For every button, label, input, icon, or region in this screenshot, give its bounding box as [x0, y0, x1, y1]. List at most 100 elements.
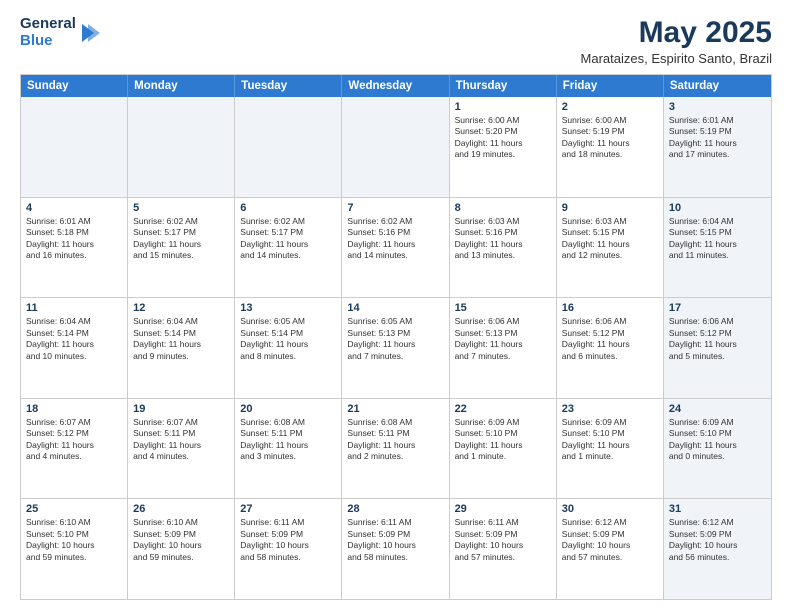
cell-info: Sunrise: 6:10 AMSunset: 5:10 PMDaylight:…: [26, 517, 122, 563]
cell-info: Sunrise: 6:00 AMSunset: 5:19 PMDaylight:…: [562, 115, 658, 161]
day-number: 13: [240, 302, 336, 314]
cell-info: Sunrise: 6:03 AMSunset: 5:16 PMDaylight:…: [455, 216, 551, 262]
day-number: 5: [133, 202, 229, 214]
calendar-cell: 9 Sunrise: 6:03 AMSunset: 5:15 PMDaylight…: [557, 198, 664, 298]
calendar-cell: 31 Sunrise: 6:12 AMSunset: 5:09 PMDayligh…: [664, 499, 771, 599]
month-title: May 2025: [581, 16, 772, 49]
day-number: 16: [562, 302, 658, 314]
cell-info: Sunrise: 6:04 AMSunset: 5:15 PMDaylight:…: [669, 216, 766, 262]
cell-info: Sunrise: 6:09 AMSunset: 5:10 PMDaylight:…: [562, 417, 658, 463]
day-number: 25: [26, 503, 122, 515]
calendar-cell: [128, 97, 235, 197]
calendar-body: 1Sunrise: 6:00 AMSunset: 5:20 PMDaylight…: [21, 97, 771, 599]
calendar-cell: [342, 97, 449, 197]
calendar-cell: 16 Sunrise: 6:06 AMSunset: 5:12 PMDayligh…: [557, 298, 664, 398]
calendar-cell: 10 Sunrise: 6:04 AMSunset: 5:15 PMDayligh…: [664, 198, 771, 298]
day-number: 29: [455, 503, 551, 515]
calendar-cell: 13 Sunrise: 6:05 AMSunset: 5:14 PMDayligh…: [235, 298, 342, 398]
location: Marataizes, Espirito Santo, Brazil: [581, 51, 772, 66]
calendar-cell: 26Sunrise: 6:10 AMSunset: 5:09 PMDayligh…: [128, 499, 235, 599]
cell-info: Sunrise: 6:06 AMSunset: 5:12 PMDaylight:…: [669, 316, 766, 362]
page: General Blue May 2025 Marataizes, Espiri…: [0, 0, 792, 612]
cell-info: Sunrise: 6:01 AMSunset: 5:18 PMDaylight:…: [26, 216, 122, 262]
day-number: 4: [26, 202, 122, 214]
calendar-cell: 30 Sunrise: 6:12 AMSunset: 5:09 PMDayligh…: [557, 499, 664, 599]
day-number: 24: [669, 403, 766, 415]
day-number: 7: [347, 202, 443, 214]
cell-info: Sunrise: 6:12 AMSunset: 5:09 PMDaylight:…: [562, 517, 658, 563]
calendar-cell: 20Sunrise: 6:08 AMSunset: 5:11 PMDayligh…: [235, 399, 342, 499]
weekday-header: Saturday: [664, 75, 771, 97]
day-number: 12: [133, 302, 229, 314]
day-number: 23: [562, 403, 658, 415]
cell-info: Sunrise: 6:12 AMSunset: 5:09 PMDaylight:…: [669, 517, 766, 563]
calendar-cell: 12 Sunrise: 6:04 AMSunset: 5:14 PMDayligh…: [128, 298, 235, 398]
cell-info: Sunrise: 6:07 AMSunset: 5:11 PMDaylight:…: [133, 417, 229, 463]
calendar-cell: 15 Sunrise: 6:06 AMSunset: 5:13 PMDayligh…: [450, 298, 557, 398]
cell-info: Sunrise: 6:11 AMSunset: 5:09 PMDaylight:…: [455, 517, 551, 563]
weekday-header: Wednesday: [342, 75, 449, 97]
cell-info: Sunrise: 6:04 AMSunset: 5:14 PMDaylight:…: [26, 316, 122, 362]
day-number: 14: [347, 302, 443, 314]
cell-info: Sunrise: 6:02 AMSunset: 5:17 PMDaylight:…: [133, 216, 229, 262]
logo: General Blue: [20, 16, 100, 49]
cell-info: Sunrise: 6:08 AMSunset: 5:11 PMDaylight:…: [240, 417, 336, 463]
day-number: 11: [26, 302, 122, 314]
calendar-cell: [21, 97, 128, 197]
weekday-header: Thursday: [450, 75, 557, 97]
cell-info: Sunrise: 6:07 AMSunset: 5:12 PMDaylight:…: [26, 417, 122, 463]
calendar-cell: 18 Sunrise: 6:07 AMSunset: 5:12 PMDayligh…: [21, 399, 128, 499]
day-number: 8: [455, 202, 551, 214]
cell-info: Sunrise: 6:04 AMSunset: 5:14 PMDaylight:…: [133, 316, 229, 362]
day-number: 2: [562, 101, 658, 113]
calendar-cell: 29 Sunrise: 6:11 AMSunset: 5:09 PMDayligh…: [450, 499, 557, 599]
cell-info: Sunrise: 6:06 AMSunset: 5:13 PMDaylight:…: [455, 316, 551, 362]
day-number: 3: [669, 101, 766, 113]
cell-info: Sunrise: 6:00 AMSunset: 5:20 PMDaylight:…: [455, 115, 551, 161]
calendar-cell: 3 Sunrise: 6:01 AMSunset: 5:19 PMDaylight…: [664, 97, 771, 197]
day-number: 10: [669, 202, 766, 214]
calendar-header: SundayMondayTuesdayWednesdayThursdayFrid…: [21, 75, 771, 97]
calendar-cell: [235, 97, 342, 197]
calendar-week-row: 25 Sunrise: 6:10 AMSunset: 5:10 PMDayligh…: [21, 498, 771, 599]
cell-info: Sunrise: 6:02 AMSunset: 5:16 PMDaylight:…: [347, 216, 443, 262]
calendar-cell: 14 Sunrise: 6:05 AMSunset: 5:13 PMDayligh…: [342, 298, 449, 398]
calendar-cell: 4 Sunrise: 6:01 AMSunset: 5:18 PMDaylight…: [21, 198, 128, 298]
calendar-cell: 11 Sunrise: 6:04 AMSunset: 5:14 PMDayligh…: [21, 298, 128, 398]
cell-info: Sunrise: 6:09 AMSunset: 5:10 PMDaylight:…: [455, 417, 551, 463]
weekday-header: Monday: [128, 75, 235, 97]
header: General Blue May 2025 Marataizes, Espiri…: [20, 16, 772, 66]
calendar-cell: 8 Sunrise: 6:03 AMSunset: 5:16 PMDaylight…: [450, 198, 557, 298]
day-number: 22: [455, 403, 551, 415]
calendar-cell: 5 Sunrise: 6:02 AMSunset: 5:17 PMDaylight…: [128, 198, 235, 298]
cell-info: Sunrise: 6:11 AMSunset: 5:09 PMDaylight:…: [240, 517, 336, 563]
day-number: 18: [26, 403, 122, 415]
logo-chevron-icon: [78, 18, 100, 48]
day-number: 15: [455, 302, 551, 314]
calendar-week-row: 4 Sunrise: 6:01 AMSunset: 5:18 PMDaylight…: [21, 197, 771, 298]
weekday-header: Tuesday: [235, 75, 342, 97]
cell-info: Sunrise: 6:03 AMSunset: 5:15 PMDaylight:…: [562, 216, 658, 262]
cell-info: Sunrise: 6:02 AMSunset: 5:17 PMDaylight:…: [240, 216, 336, 262]
calendar-cell: 2 Sunrise: 6:00 AMSunset: 5:19 PMDaylight…: [557, 97, 664, 197]
day-number: 31: [669, 503, 766, 515]
day-number: 9: [562, 202, 658, 214]
cell-info: Sunrise: 6:10 AMSunset: 5:09 PMDaylight:…: [133, 517, 229, 563]
cell-info: Sunrise: 6:05 AMSunset: 5:14 PMDaylight:…: [240, 316, 336, 362]
day-number: 19: [133, 403, 229, 415]
day-number: 17: [669, 302, 766, 314]
title-block: May 2025 Marataizes, Espirito Santo, Bra…: [581, 16, 772, 66]
cell-info: Sunrise: 6:06 AMSunset: 5:12 PMDaylight:…: [562, 316, 658, 362]
cell-info: Sunrise: 6:05 AMSunset: 5:13 PMDaylight:…: [347, 316, 443, 362]
day-number: 21: [347, 403, 443, 415]
weekday-header: Sunday: [21, 75, 128, 97]
calendar-cell: 7 Sunrise: 6:02 AMSunset: 5:16 PMDaylight…: [342, 198, 449, 298]
cell-info: Sunrise: 6:09 AMSunset: 5:10 PMDaylight:…: [669, 417, 766, 463]
logo-blue: Blue: [20, 33, 76, 50]
logo-general: General: [20, 16, 76, 33]
day-number: 28: [347, 503, 443, 515]
cell-info: Sunrise: 6:01 AMSunset: 5:19 PMDaylight:…: [669, 115, 766, 161]
calendar-week-row: 18 Sunrise: 6:07 AMSunset: 5:12 PMDayligh…: [21, 398, 771, 499]
day-number: 30: [562, 503, 658, 515]
cell-info: Sunrise: 6:11 AMSunset: 5:09 PMDaylight:…: [347, 517, 443, 563]
